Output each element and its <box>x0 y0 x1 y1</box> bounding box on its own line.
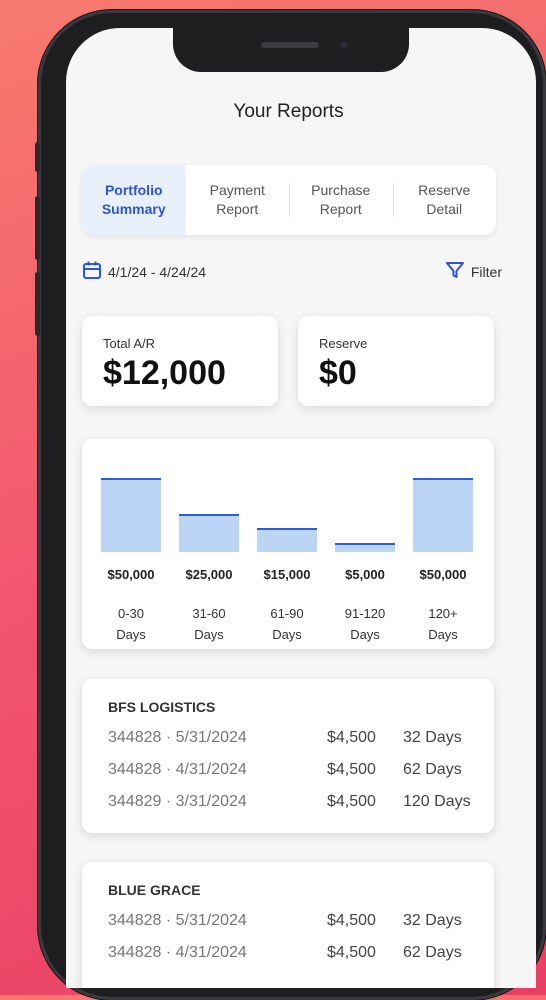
total-ar-label: Total A/R <box>103 336 156 351</box>
tab-payment-report[interactable]: Payment Report <box>186 165 290 235</box>
invoice-age: 32 Days <box>403 729 462 746</box>
company-name: BFS LOGISTICS <box>108 699 216 715</box>
invoice-amount: $4,500 <box>327 761 376 778</box>
invoice-age: 32 Days <box>403 912 462 929</box>
speaker <box>261 42 319 48</box>
tab-label-line2: Detail <box>426 201 463 217</box>
notch <box>173 28 409 72</box>
total-ar-value: $12,000 <box>103 354 226 392</box>
tab-label-line2: Report <box>216 201 259 217</box>
invoice-amount: $4,500 <box>327 793 376 810</box>
bar-value-label: $50,000 <box>419 567 467 582</box>
chart-bar <box>413 478 473 552</box>
invoice-row[interactable]: 344829 · 3/31/2024 $4,500 120 Days <box>108 793 480 817</box>
invoice-age: 62 Days <box>403 944 462 961</box>
aging-bar-chart: $50,000 0-30 Days $25,000 31-60 Days $15,000 61… <box>82 439 494 649</box>
invoice-age: 62 Days <box>403 761 462 778</box>
volume-up-button <box>35 196 40 260</box>
reserve-card: Reserve $0 <box>298 316 494 406</box>
chart-bar <box>179 514 239 552</box>
invoice-row[interactable]: 344828 · 5/31/2024 $4,500 32 Days <box>108 729 480 753</box>
tab-reserve-detail[interactable]: Reserve Detail <box>392 165 497 235</box>
chart-bar <box>101 478 161 552</box>
invoice-ref: 344829 · 3/31/2024 <box>108 793 247 810</box>
invoice-ref: 344828 · 4/31/2024 <box>108 944 247 961</box>
volume-down-button <box>35 272 40 336</box>
page-title: Your Reports <box>233 101 344 122</box>
tab-label-line2: Report <box>319 201 362 217</box>
company-card-bfs-logistics[interactable]: BFS LOGISTICS 344828 · 5/31/2024 $4,500 … <box>82 679 494 833</box>
report-tabs: Portfolio Summary Payment Report Purchase R… <box>82 165 496 235</box>
company-name: BLUE GRACE <box>108 882 201 898</box>
tab-label-line1: Portfolio <box>104 182 163 198</box>
tab-label-line2: Summary <box>101 201 166 217</box>
date-range-picker[interactable]: 4/1/24 - 4/24/24 <box>82 260 206 283</box>
date-range-text: 4/1/24 - 4/24/24 <box>108 263 207 280</box>
invoice-age: 120 Days <box>403 793 471 810</box>
invoice-ref: 344828 · 5/31/2024 <box>108 729 247 746</box>
invoice-row[interactable]: 344828 · 4/31/2024 $4,500 62 Days <box>108 944 480 968</box>
mute-switch <box>35 142 40 172</box>
date-filter-row: 4/1/24 - 4/24/24 Filter <box>82 260 502 284</box>
filter-label: Filter <box>470 263 502 280</box>
tab-label-line1: Reserve <box>418 182 471 198</box>
invoice-row[interactable]: 344828 · 5/31/2024 $4,500 32 Days <box>108 912 480 936</box>
bar-category-label: 61-90 Days <box>270 606 304 642</box>
reserve-label: Reserve <box>319 336 368 351</box>
bar-category-label: 120+ Days <box>428 606 458 642</box>
filter-icon <box>445 260 465 283</box>
tab-label-line1: Payment <box>209 182 265 198</box>
invoice-ref: 344828 · 5/31/2024 <box>108 912 247 929</box>
bar-value-label: $15,000 <box>263 567 311 582</box>
invoice-amount: $4,500 <box>327 944 376 961</box>
invoice-amount: $4,500 <box>327 729 376 746</box>
bar-value-label: $5,000 <box>345 567 385 582</box>
bar-category-label: 91-120 Days <box>344 606 386 642</box>
chart-bar <box>257 528 317 552</box>
company-card-blue-grace[interactable]: BLUE GRACE 344828 · 5/31/2024 $4,500 32 … <box>82 862 494 988</box>
tab-portfolio-summary[interactable]: Portfolio Summary <box>82 165 186 235</box>
bar-value-label: $25,000 <box>185 567 233 582</box>
tab-label-line1: Purchase <box>311 182 371 198</box>
bar-category-label: 31-60 Days <box>192 606 226 642</box>
invoice-row[interactable]: 344828 · 4/31/2024 $4,500 62 Days <box>108 761 480 785</box>
tab-purchase-report[interactable]: Purchase Report <box>289 165 393 235</box>
front-camera <box>339 40 349 50</box>
invoice-amount: $4,500 <box>327 912 376 929</box>
invoice-ref: 344828 · 4/31/2024 <box>108 761 247 778</box>
reserve-value: $0 <box>319 354 357 392</box>
app-screen: Your Reports Portfolio Summary Payment Rep… <box>66 28 536 988</box>
calendar-icon <box>82 260 102 283</box>
bar-category-label: 0-30 Days <box>116 606 146 642</box>
chart-bar <box>335 542 395 552</box>
bar-value-label: $50,000 <box>107 567 155 582</box>
filter-button[interactable]: Filter <box>445 260 502 283</box>
total-ar-card: Total A/R $12,000 <box>82 316 278 406</box>
